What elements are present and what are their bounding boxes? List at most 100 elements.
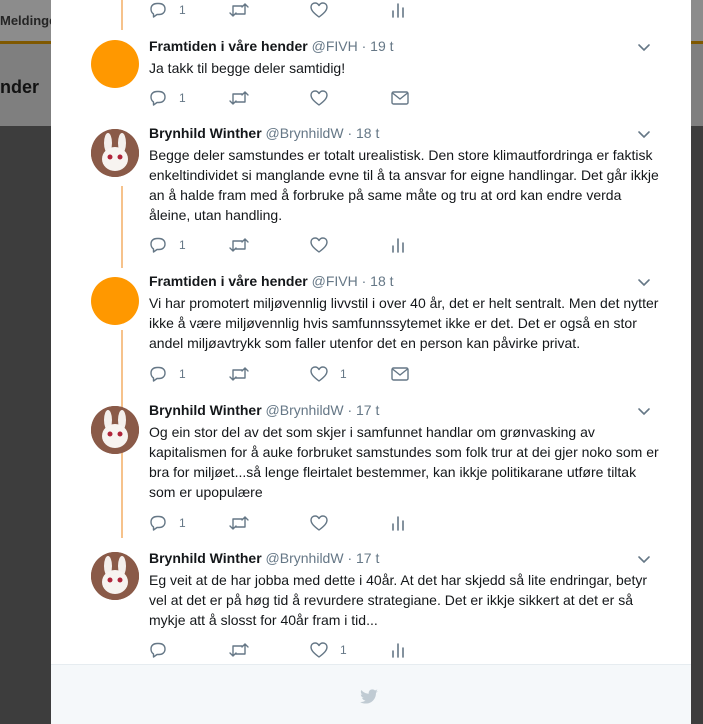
reply-icon — [150, 366, 166, 382]
reply-count: 1 — [179, 367, 186, 381]
like-button[interactable]: 1 — [310, 640, 347, 660]
tweet-actions: 1 — [149, 513, 449, 533]
reply-count: 1 — [179, 238, 186, 252]
tweet-actions: 1 1 — [149, 364, 449, 384]
bar-chart-icon — [392, 3, 404, 18]
chevron-down-icon[interactable] — [637, 43, 651, 53]
tweet-header: Brynhild Winther @BrynhildW · 17 t — [149, 550, 380, 566]
avatar[interactable] — [91, 277, 139, 325]
tweet-header: Brynhild Winther @BrynhildW · 17 t — [149, 402, 380, 418]
retweet-icon — [229, 643, 249, 657]
retweet-icon — [229, 238, 249, 252]
author-handle[interactable]: @BrynhildW — [266, 125, 344, 141]
author-name[interactable]: Brynhild Winther — [149, 402, 262, 418]
retweet-icon — [229, 3, 249, 17]
heart-icon — [310, 366, 328, 382]
reply-button[interactable]: 1 — [149, 88, 186, 108]
like-button[interactable]: 1 — [310, 364, 347, 384]
reply-icon — [150, 642, 166, 658]
tweet-thread-modal: 1 Framtiden i våre hender @FIVH · 19 t J… — [51, 0, 691, 724]
author-handle[interactable]: @BrynhildW — [266, 550, 344, 566]
retweet-icon — [229, 91, 249, 105]
tweet-timestamp[interactable]: 19 t — [370, 38, 393, 54]
like-button[interactable] — [310, 235, 340, 255]
author-handle[interactable]: @FIVH — [312, 38, 358, 54]
reply-icon — [150, 2, 166, 18]
reply-button[interactable]: 1 — [149, 513, 186, 533]
like-button[interactable] — [310, 0, 328, 20]
tweet-text: Eg veit at de har jobba med dette i 40år… — [149, 572, 648, 628]
retweet-icon — [229, 516, 249, 530]
reply-button[interactable]: 1 — [149, 0, 186, 20]
bunny-avatar-icon — [91, 406, 139, 454]
retweet-button[interactable] — [229, 640, 249, 660]
author-name[interactable]: Framtiden i våre hender — [149, 273, 308, 289]
tweet-text: Vi har promotert miljøvennlig livvstil i… — [149, 295, 659, 351]
retweet-button[interactable] — [229, 88, 249, 108]
analytics-button[interactable] — [391, 0, 405, 20]
tweet-timestamp[interactable]: 17 t — [356, 550, 379, 566]
thread-line — [121, 186, 123, 268]
tweet-header: Framtiden i våre hender @FIVH · 18 t — [149, 273, 394, 289]
reply-icon — [150, 90, 166, 106]
reply-button[interactable]: 1 — [149, 235, 186, 255]
bar-chart-icon — [392, 238, 404, 253]
bar-chart-icon — [392, 516, 404, 531]
reply-count: 1 — [179, 3, 186, 17]
bunny-avatar-icon — [91, 129, 139, 177]
twitter-bird-icon — [360, 689, 378, 704]
heart-icon — [310, 2, 328, 18]
reply-button[interactable] — [149, 640, 179, 660]
reply-button[interactable]: 1 — [149, 364, 186, 384]
like-count: 1 — [340, 643, 347, 657]
like-button[interactable] — [310, 513, 340, 533]
tweet-actions: 1 — [149, 235, 449, 255]
reply-count: 1 — [179, 516, 186, 530]
author-name[interactable]: Brynhild Winther — [149, 125, 262, 141]
tweet-actions: 1 — [149, 88, 449, 108]
heart-icon — [310, 237, 328, 253]
analytics-button[interactable] — [391, 513, 405, 533]
author-name[interactable]: Framtiden i våre hender — [149, 38, 308, 54]
envelope-icon — [391, 367, 409, 381]
retweet-button[interactable] — [229, 513, 249, 533]
retweet-button[interactable] — [229, 0, 249, 20]
avatar[interactable] — [91, 129, 139, 177]
chevron-down-icon[interactable] — [637, 278, 651, 288]
author-name[interactable]: Brynhild Winther — [149, 550, 262, 566]
tweet-text: Begge deler samstundes er totalt urealis… — [149, 147, 659, 223]
tweet-timestamp[interactable]: 18 t — [370, 273, 393, 289]
analytics-button[interactable] — [391, 640, 405, 660]
tweet-header: Framtiden i våre hender @FIVH · 19 t — [149, 38, 394, 54]
avatar[interactable] — [91, 40, 139, 88]
tweet-header: Brynhild Winther @BrynhildW · 18 t — [149, 125, 380, 141]
avatar[interactable] — [91, 406, 139, 454]
avatar[interactable] — [91, 552, 139, 600]
retweet-button[interactable] — [229, 235, 249, 255]
bunny-avatar-icon — [91, 552, 139, 600]
thread-line — [121, 0, 123, 30]
heart-icon — [310, 515, 328, 531]
heart-icon — [310, 90, 328, 106]
heart-icon — [310, 642, 328, 658]
direct-message-button[interactable] — [391, 88, 409, 108]
tweet-timestamp[interactable]: 17 t — [356, 402, 379, 418]
direct-message-button[interactable] — [391, 364, 409, 384]
retweet-button[interactable] — [229, 364, 249, 384]
chevron-down-icon[interactable] — [637, 555, 651, 565]
like-button[interactable] — [310, 88, 340, 108]
chevron-down-icon[interactable] — [637, 130, 651, 140]
bar-chart-icon — [392, 643, 404, 658]
chevron-down-icon[interactable] — [637, 407, 651, 417]
thread-line — [121, 478, 123, 538]
tweet-text: Ja takk til begge deler samtidig! — [149, 60, 346, 76]
like-count: 1 — [340, 367, 347, 381]
author-handle[interactable]: @FIVH — [312, 273, 358, 289]
analytics-button[interactable] — [391, 235, 405, 255]
reply-count: 1 — [179, 91, 186, 105]
author-handle[interactable]: @BrynhildW — [266, 402, 344, 418]
tweet-actions: 1 — [149, 640, 449, 660]
reply-icon — [150, 237, 166, 253]
reply-icon — [150, 515, 166, 531]
tweet-timestamp[interactable]: 18 t — [356, 125, 379, 141]
